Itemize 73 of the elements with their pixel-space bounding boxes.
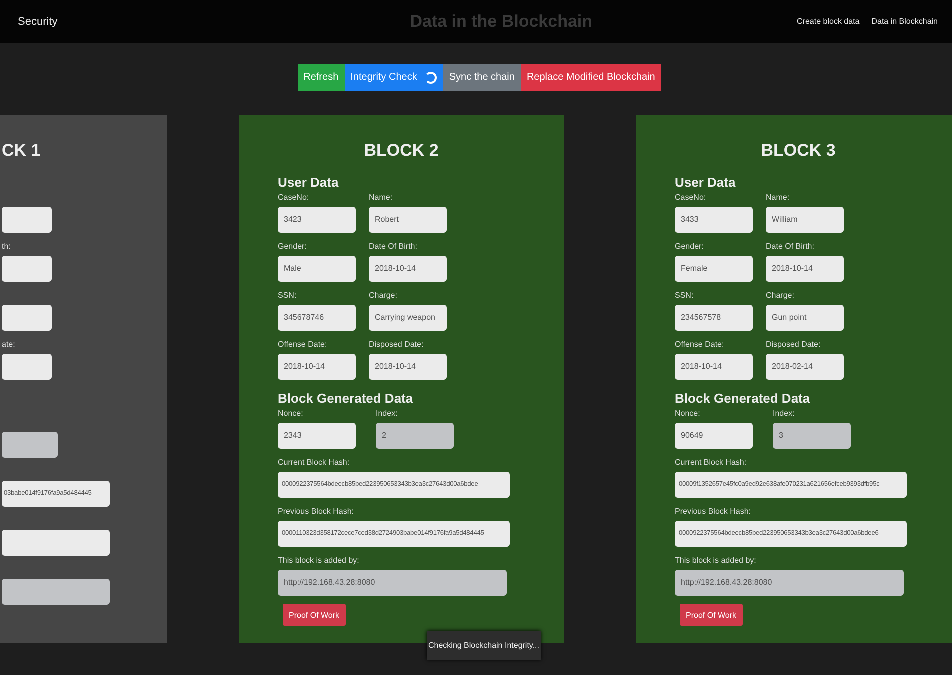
input-field[interactable]: 2018-02-14 xyxy=(766,354,844,380)
field-label: CaseNo: xyxy=(278,193,310,203)
input-field[interactable] xyxy=(2,579,110,605)
nav-link[interactable]: Create block data xyxy=(797,17,860,26)
field-label: Current Block Hash: xyxy=(675,458,748,468)
input-field[interactable]: 234567578 xyxy=(675,305,753,331)
field-label: Index: xyxy=(376,409,399,419)
input-field[interactable]: 345678746 xyxy=(278,305,356,331)
section-heading: Block Generated Data xyxy=(675,391,812,407)
input-field[interactable] xyxy=(2,305,52,331)
field-label: This block is added by: xyxy=(278,556,360,566)
input-field[interactable]: http://192.168.43.28:8080 xyxy=(675,570,904,596)
input-field[interactable]: 2343 xyxy=(278,423,356,449)
input-field[interactable] xyxy=(2,432,58,458)
input-field[interactable]: Robert xyxy=(369,207,447,233)
input-field[interactable]: Female xyxy=(675,256,753,282)
field-label: Date Of Birth: xyxy=(766,242,816,252)
block-title: BLOCK 2 xyxy=(363,141,440,161)
proof-of-work-button[interactable]: Proof Of Work xyxy=(680,604,743,626)
action-button[interactable]: Replace Modified Blockchain xyxy=(520,64,662,91)
input-field[interactable]: 3 xyxy=(773,423,851,449)
input-field[interactable]: 2018-10-14 xyxy=(278,354,356,380)
field-label: Offense Date: xyxy=(278,340,328,350)
input-field[interactable] xyxy=(2,256,52,282)
field-label: SSN: xyxy=(675,291,695,301)
field-label: Date Of Birth: xyxy=(369,242,418,252)
input-field[interactable]: 2018-10-14 xyxy=(675,354,753,380)
field-label: Charge: xyxy=(369,291,398,301)
input-field[interactable] xyxy=(2,207,52,233)
field-label: Index: xyxy=(773,409,796,419)
proof-of-work-button[interactable]: Proof Of Work xyxy=(283,604,346,626)
field-label: Previous Block Hash: xyxy=(675,507,752,517)
input-field[interactable]: http://192.168.43.28:8080 xyxy=(278,570,507,596)
input-field[interactable] xyxy=(2,354,52,380)
input-field[interactable]: 2018-10-14 xyxy=(369,354,447,380)
section-heading: User Data xyxy=(278,175,340,191)
field-label: Name: xyxy=(766,193,791,203)
field-label: Name: xyxy=(369,193,394,203)
field-label: Gender: xyxy=(675,242,705,252)
input-field[interactable]: 2 xyxy=(376,423,454,449)
nav-link[interactable]: Data in Blockchain xyxy=(872,17,938,26)
block-title: CK 1 xyxy=(2,141,42,161)
field-label: Nonce: xyxy=(675,409,702,419)
input-field[interactable]: Male xyxy=(278,256,356,282)
field-label: Previous Block Hash: xyxy=(278,507,356,517)
brand-label[interactable]: Security xyxy=(18,16,58,28)
field-label: ate: xyxy=(2,340,16,350)
block-title: BLOCK 3 xyxy=(760,141,837,161)
field-label: This block is added by: xyxy=(675,556,758,566)
field-label: CaseNo: xyxy=(675,193,708,203)
section-heading: User Data xyxy=(675,175,737,191)
input-field[interactable] xyxy=(2,530,110,556)
field-label: Current Block Hash: xyxy=(278,458,351,468)
input-field[interactable]: 90649 xyxy=(675,423,753,449)
input-field[interactable]: 3423 xyxy=(278,207,356,233)
field-label: Disposed Date: xyxy=(766,340,822,350)
input-field[interactable]: Gun point xyxy=(766,305,844,331)
field-label: Disposed Date: xyxy=(369,340,425,350)
action-button[interactable]: Sync the chain xyxy=(443,64,521,91)
input-field[interactable]: 2018-10-14 xyxy=(369,256,447,282)
field-label: Nonce: xyxy=(278,409,304,419)
input-field[interactable]: 3433 xyxy=(675,207,753,233)
input-field[interactable]: William xyxy=(766,207,844,233)
status-toast: Checking Blockchain Integrity... xyxy=(427,631,541,660)
input-field[interactable]: 2018-10-14 xyxy=(766,256,844,282)
field-label: Gender: xyxy=(278,242,308,252)
action-button[interactable]: Integrity Check xyxy=(344,64,444,91)
field-label: th: xyxy=(2,242,12,252)
section-heading: Block Generated Data xyxy=(278,391,414,407)
field-label: Offense Date: xyxy=(675,340,726,350)
field-label: SSN: xyxy=(278,291,298,301)
input-field[interactable]: Carrying weapon xyxy=(369,305,447,331)
field-label: Charge: xyxy=(766,291,796,301)
